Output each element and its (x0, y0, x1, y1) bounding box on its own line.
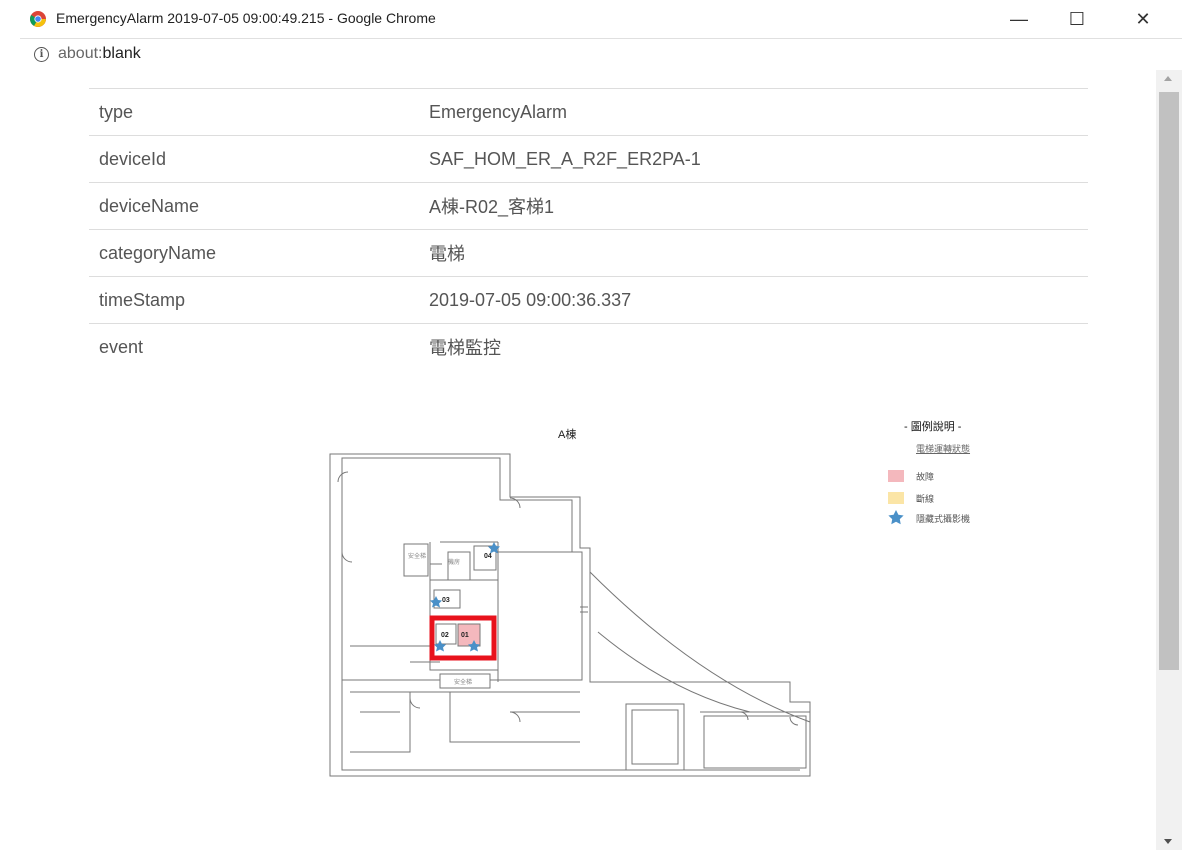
elevator-label-01: 01 (461, 632, 469, 639)
detail-key: categoryName (89, 229, 419, 277)
url-scheme: about: (58, 45, 103, 62)
legend-item-offline: 斷線 (916, 494, 935, 504)
vertical-scrollbar[interactable] (1156, 70, 1182, 850)
info-icon[interactable]: i (34, 47, 49, 62)
details-table: type EmergencyAlarm deviceId SAF_HOM_ER_… (89, 88, 1088, 370)
table-row: event 電梯監控 (89, 323, 1088, 370)
legend-swatch-offline (888, 492, 904, 504)
close-button[interactable]: ✕ (1120, 5, 1166, 33)
scroll-down-arrow-icon[interactable] (1164, 839, 1172, 844)
window-title: EmergencyAlarm 2019-07-05 09:00:49.215 -… (56, 10, 436, 26)
legend-subtitle: 電梯運轉狀態 (916, 444, 971, 454)
scroll-up-arrow-icon[interactable] (1164, 76, 1172, 81)
detail-value: 電梯 (419, 229, 1088, 277)
elevator-label-02: 02 (441, 632, 449, 639)
detail-key: type (89, 88, 419, 136)
url-text[interactable]: about:blank (58, 45, 141, 63)
detail-key: event (89, 323, 419, 370)
room-label: 安全梯 (454, 678, 472, 686)
chrome-icon (30, 11, 46, 27)
elevator-label-04: 04 (484, 553, 492, 560)
elevator-label-03: 03 (442, 597, 450, 604)
floorplan-drawing: 04 03 02 01 機房 安全梯 安全梯 (329, 453, 904, 777)
room-label: 機房 (448, 558, 460, 566)
detail-value: EmergencyAlarm (419, 88, 1088, 136)
legend-item-camera: 隱藏式攝影機 (916, 514, 971, 524)
room-label: 安全梯 (408, 552, 426, 560)
table-row: deviceId SAF_HOM_ER_A_R2F_ER2PA-1 (89, 135, 1088, 183)
url-host: blank (102, 45, 141, 62)
legend-swatch-fault (888, 470, 904, 482)
detail-value: SAF_HOM_ER_A_R2F_ER2PA-1 (419, 135, 1088, 183)
address-bar[interactable]: i about:blank (20, 38, 1182, 71)
window-titlebar: EmergencyAlarm 2019-07-05 09:00:49.215 -… (0, 0, 1191, 38)
legend-item-fault: 故障 (916, 472, 935, 482)
minimize-button[interactable]: — (996, 5, 1042, 33)
detail-value: 電梯監控 (419, 323, 1088, 370)
table-row: categoryName 電梯 (89, 229, 1088, 277)
legend-title: - 圖例說明 - (904, 421, 962, 433)
detail-value: 2019-07-05 09:00:36.337 (419, 276, 1088, 324)
maximize-button[interactable]: ☐ (1054, 5, 1100, 33)
scrollbar-thumb[interactable] (1159, 92, 1179, 670)
detail-key: timeStamp (89, 276, 419, 324)
floorplan-image: 04 03 02 01 機房 安全梯 安全梯 A棟 - 圖例說明 - 電梯運轉狀… (110, 412, 1067, 780)
floorplan-title: A棟 (558, 429, 577, 441)
page-content: type EmergencyAlarm deviceId SAF_HOM_ER_… (20, 70, 1156, 850)
table-row: timeStamp 2019-07-05 09:00:36.337 (89, 276, 1088, 324)
detail-key: deviceId (89, 135, 419, 183)
star-icon (888, 510, 904, 525)
table-row: deviceName A棟-R02_客梯1 (89, 182, 1088, 230)
detail-key: deviceName (89, 182, 419, 230)
table-row: type EmergencyAlarm (89, 88, 1088, 136)
detail-value: A棟-R02_客梯1 (419, 182, 1088, 230)
